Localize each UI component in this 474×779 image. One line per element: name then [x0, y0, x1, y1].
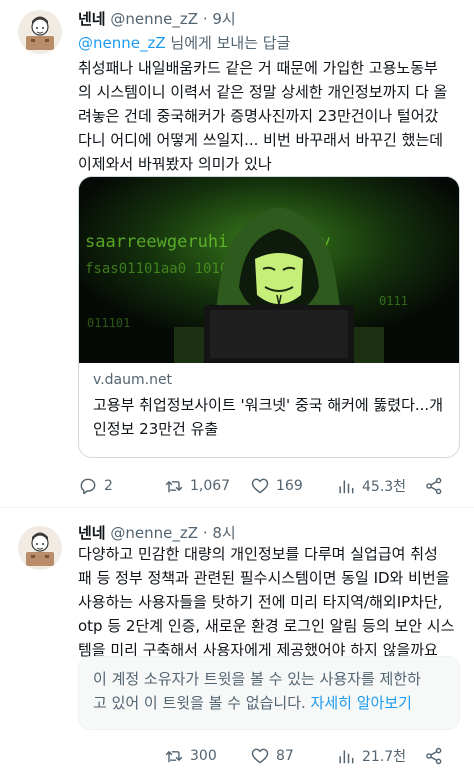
tweet-header: 넨네 @nenne_zZ · 8시 — [78, 522, 236, 543]
card-image[interactable]: saarreewgeruhi idnfuovny fsas01101aa0 10… — [79, 177, 459, 363]
tweet-text-line: 려놓은 건데 중국해커가 증명사진까지 23만건이나 털어갔 — [78, 107, 439, 125]
retweet-button[interactable]: 1,067 — [164, 474, 230, 498]
like-count: 169 — [276, 478, 303, 494]
user-handle[interactable]: @nenne_zZ — [110, 10, 198, 28]
share-button[interactable] — [424, 744, 450, 768]
separator: · — [202, 524, 208, 542]
binary-text-3: 0111 — [379, 294, 408, 308]
retweet-count: 1,067 — [190, 478, 231, 494]
card-title-line: 인정보 23만건 유출 — [93, 420, 219, 438]
avatar-image — [18, 526, 62, 570]
tweet-2[interactable]: 넨네 @nenne_zZ · 8시 다양하고 민감한 대량의 개인정보를 다루며… — [0, 508, 474, 779]
tweet-actions: 2 1,067 169 45.3천 — [78, 474, 460, 498]
like-button[interactable]: 87 — [250, 744, 294, 768]
view-count: 21.7천 — [362, 749, 407, 765]
tweet-text: 취성패나 내일배움카드 같은 거 때문에 가입한 고용노동부 의 시스템이니 이… — [78, 56, 458, 176]
avatar[interactable] — [18, 10, 62, 54]
heart-icon — [251, 748, 269, 764]
tweet-text-line: 사용하는 사용자들을 탓하기 전에 미리 타지역/해외IP차단, — [78, 593, 443, 611]
like-count: 87 — [276, 748, 294, 764]
tweet-text-line: otp 등 2단계 인증, 새로운 환경 로그인 알림 등의 보안 시스 — [78, 617, 455, 635]
binary-text-4: 011101 — [87, 316, 130, 330]
learn-more-link[interactable]: 자세히 알아보기 — [311, 694, 412, 712]
tweet-text-line: 이제와서 바꿔봤자 의미가 있나 — [78, 155, 272, 173]
display-name[interactable]: 넨네 — [78, 524, 106, 542]
timestamp[interactable]: 8시 — [212, 524, 235, 542]
restricted-text: 고 있어 이 트윗을 볼 수 없습니다. — [93, 694, 311, 712]
binary-text-2: fsas01101aa0 1010 — [85, 261, 228, 277]
user-handle[interactable]: @nenne_zZ — [110, 524, 198, 542]
tweet-text-line: 패 등 정부 정책과 관련된 필수시스템이면 동일 ID와 비번을 — [78, 569, 450, 587]
reply-count: 2 — [104, 478, 113, 494]
tweet-text: 다양하고 민감한 대량의 개인정보를 다루며 실업급여 취성 패 등 정부 정책… — [78, 542, 458, 662]
reply-mention-link[interactable]: @nenne_zZ — [78, 34, 166, 52]
tweet-text-line: 다니 어디에 어떻게 쓰일지... 비번 바꾸래서 바꾸긴 했는데 — [78, 131, 444, 149]
reply-button[interactable]: 2 — [78, 474, 113, 498]
tweet-header: 넨네 @nenne_zZ · 9시 — [78, 8, 236, 29]
reply-context: @nenne_zZ 님에게 보내는 답글 — [78, 32, 290, 53]
tweet-text-line: 다양하고 민감한 대량의 개인정보를 다루며 실업급여 취성 — [78, 545, 438, 563]
like-button[interactable]: 169 — [250, 474, 303, 498]
tweet-actions: 300 87 21.7천 — [78, 744, 460, 768]
reply-icon — [80, 478, 96, 495]
retweet-icon — [165, 751, 183, 763]
views-icon — [339, 750, 354, 764]
share-icon — [426, 477, 442, 495]
views-button[interactable]: 21.7천 — [336, 744, 406, 768]
restricted-text-line: 이 계정 소유자가 트윗을 볼 수 있는 사용자를 제한하 — [93, 670, 421, 688]
timestamp[interactable]: 9시 — [212, 10, 235, 28]
heart-icon — [251, 478, 269, 494]
tweet-text-line: 의 시스템이니 이력서 같은 정말 상세한 개인정보까지 다 올 — [78, 83, 448, 101]
share-button[interactable] — [424, 474, 450, 498]
restricted-tweet-notice: 이 계정 소유자가 트윗을 볼 수 있는 사용자를 제한하 고 있어 이 트윗을… — [78, 656, 460, 730]
card-domain: v.daum.net — [93, 372, 173, 388]
separator: · — [202, 10, 208, 28]
view-count: 45.3천 — [362, 479, 407, 495]
retweet-count: 300 — [190, 748, 217, 764]
display-name[interactable]: 넨네 — [78, 10, 106, 28]
share-icon — [426, 747, 442, 765]
hacker-illustration: saarreewgeruhi idnfuovny fsas01101aa0 10… — [79, 177, 459, 363]
reply-suffix: 님에게 보내는 답글 — [165, 34, 291, 52]
card-title-line: 고용부 취업정보사이트 '워크넷' 중국 해커에 뚫렸다...개 — [93, 396, 443, 414]
tweet-text-line: 취성패나 내일배움카드 같은 거 때문에 가입한 고용노동부 — [78, 59, 438, 77]
tweet-1[interactable]: 넨네 @nenne_zZ · 9시 @nenne_zZ 님에게 보내는 답글 취… — [0, 0, 474, 507]
link-card[interactable]: saarreewgeruhi idnfuovny fsas01101aa0 10… — [78, 176, 460, 458]
avatar[interactable] — [18, 526, 62, 570]
views-button[interactable]: 45.3천 — [336, 474, 406, 498]
card-title[interactable]: 고용부 취업정보사이트 '워크넷' 중국 해커에 뚫렸다...개 인정보 23만… — [93, 393, 449, 441]
avatar-image — [18, 10, 62, 54]
restricted-text-line: 고 있어 이 트윗을 볼 수 없습니다. 자세히 알아보기 — [93, 691, 445, 715]
retweet-button[interactable]: 300 — [164, 744, 217, 768]
retweet-icon — [165, 481, 183, 493]
views-icon — [339, 480, 354, 494]
